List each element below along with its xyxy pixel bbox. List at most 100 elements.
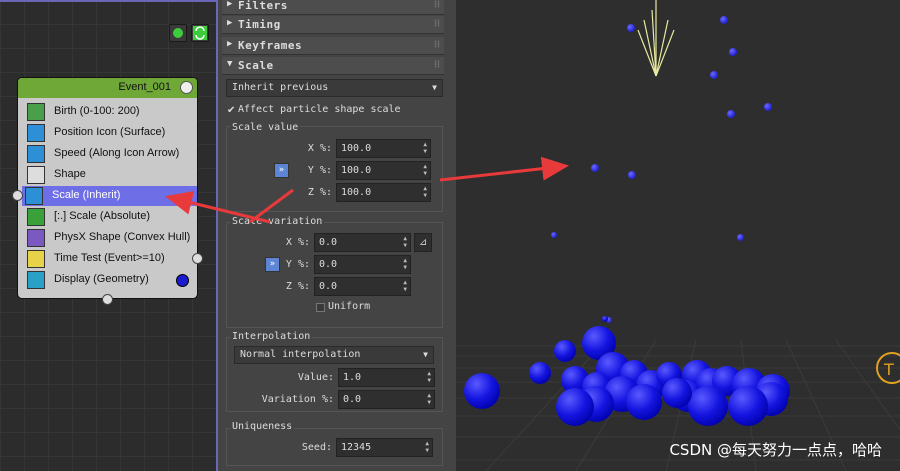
particle-view-graph: Event_001 Birth (0-100: 200) Position Ico… bbox=[0, 0, 218, 471]
grip-icon: ⁞⁞ bbox=[434, 0, 440, 10]
vx-label: X %: bbox=[285, 237, 310, 248]
expand-arrow-icon: ▶ bbox=[227, 18, 233, 28]
scale-z-spinner[interactable]: 100.0 ▲ ▼ bbox=[336, 183, 431, 202]
scale-mode-dropdown[interactable]: Inherit previous ▼ bbox=[226, 79, 443, 97]
operator-row[interactable]: Display (Geometry) bbox=[24, 270, 194, 290]
display-color-swatch[interactable] bbox=[176, 274, 189, 287]
rollout-keyframes-label: Keyframes bbox=[238, 39, 303, 52]
operator-row[interactable]: [:.] Scale (Absolute) bbox=[24, 207, 194, 227]
scale-lock-button[interactable]: » bbox=[274, 163, 289, 178]
chevron-down-icon: ▼ bbox=[432, 83, 437, 92]
active-toggle-button[interactable] bbox=[169, 24, 187, 42]
spinner-arrows-icon[interactable]: ▲ ▼ bbox=[423, 163, 427, 177]
spinner-arrows-icon[interactable]: ▲ ▼ bbox=[427, 370, 431, 384]
rollout-keyframes[interactable]: ▶ Keyframes ⁞⁞ bbox=[222, 37, 444, 55]
watermark: CSDN @每天努力一点点，哈哈 bbox=[669, 441, 882, 459]
chevron-down-icon[interactable]: ▼ bbox=[423, 350, 428, 359]
particle bbox=[720, 16, 728, 24]
particle-sphere bbox=[554, 340, 576, 362]
event-output-connector[interactable] bbox=[102, 294, 113, 305]
operator-row[interactable]: Shape bbox=[24, 165, 194, 185]
particle bbox=[737, 234, 744, 241]
operator-label: Display (Geometry) bbox=[54, 273, 149, 285]
physx-icon bbox=[27, 229, 45, 247]
affect-label: Affect particle shape scale bbox=[238, 104, 401, 115]
particle-sphere bbox=[464, 373, 500, 409]
operator-label: Shape bbox=[54, 168, 86, 180]
variation-y-spinner[interactable]: 0.0 ▲ ▼ bbox=[314, 255, 411, 274]
particle bbox=[710, 71, 718, 79]
event-node[interactable]: Event_001 Birth (0-100: 200) Position Ico… bbox=[17, 77, 198, 299]
spinner-arrows-icon[interactable]: ▲ ▼ bbox=[425, 440, 429, 454]
scale-abs-icon bbox=[27, 208, 45, 226]
vz-label: Z %: bbox=[285, 281, 310, 292]
grip-icon: ⁞⁞ bbox=[434, 60, 440, 70]
grip-icon: ⁞⁞ bbox=[434, 19, 440, 29]
variation-z-spinner[interactable]: 0.0 ▲ ▼ bbox=[314, 277, 411, 296]
scale-x-value: 100.0 bbox=[341, 143, 372, 154]
operator-row[interactable]: Time Test (Event>=10) bbox=[24, 249, 194, 269]
particle-sphere bbox=[556, 388, 594, 426]
particle-sphere bbox=[602, 316, 608, 322]
spinner-arrows-icon[interactable]: ▲ ▼ bbox=[403, 235, 407, 249]
operator-label: Speed (Along Icon Arrow) bbox=[54, 147, 180, 159]
rollout-scale-label: Scale bbox=[238, 59, 274, 72]
particle-sphere bbox=[728, 386, 768, 426]
particle bbox=[627, 24, 635, 32]
rollout-scale[interactable]: ▼ Scale ⁞⁞ bbox=[222, 57, 444, 75]
interpolation-dropdown[interactable]: Normal interpolation ▼ bbox=[234, 346, 434, 364]
operator-row[interactable]: Scale (Inherit) bbox=[22, 186, 197, 206]
particle-sphere bbox=[529, 362, 551, 384]
operator-row[interactable]: Speed (Along Icon Arrow) bbox=[24, 144, 194, 164]
rollout-filters[interactable]: ▶ Filters ⁞⁞ bbox=[222, 0, 444, 15]
particle bbox=[628, 171, 636, 179]
affect-checkbox[interactable]: ✔ bbox=[227, 105, 236, 116]
seed-spinner[interactable]: 12345 ▲ ▼ bbox=[336, 438, 433, 457]
uniform-checkbox[interactable] bbox=[316, 303, 325, 312]
rollout-timing[interactable]: ▶ Timing ⁞⁞ bbox=[222, 16, 444, 34]
scale-mode-value: Inherit previous bbox=[232, 82, 329, 93]
spinner-arrows-icon[interactable]: ▲ ▼ bbox=[423, 185, 427, 199]
particle bbox=[591, 164, 599, 172]
shape-icon bbox=[27, 166, 45, 184]
particle-sphere bbox=[662, 378, 692, 408]
variation-z-value: 0.0 bbox=[319, 281, 338, 292]
event-title: Event_001 bbox=[118, 81, 171, 93]
interpolation-variation-value: 0.0 bbox=[343, 394, 362, 405]
operator-row[interactable]: Position Icon (Surface) bbox=[24, 123, 194, 143]
spinner-arrows-icon[interactable]: ▲ ▼ bbox=[423, 141, 427, 155]
scale-x-spinner[interactable]: 100.0 ▲ ▼ bbox=[336, 139, 431, 158]
spinner-arrows-icon[interactable]: ▲ ▼ bbox=[403, 257, 407, 271]
operator-label: PhysX Shape (Convex Hull) bbox=[54, 231, 191, 243]
interpolation-variation-spinner[interactable]: 0.0 ▲ ▼ bbox=[338, 390, 435, 409]
scale-z-value: 100.0 bbox=[341, 187, 372, 198]
refresh-icon bbox=[193, 26, 207, 40]
particle bbox=[729, 48, 737, 56]
z-label: Z %: bbox=[307, 187, 332, 198]
seed-label: Seed: bbox=[301, 442, 332, 453]
operator-label: Scale (Inherit) bbox=[52, 189, 121, 201]
operator-row[interactable]: PhysX Shape (Convex Hull) bbox=[24, 228, 194, 248]
scale-variation-label: Scale variation bbox=[230, 216, 325, 227]
display-icon bbox=[27, 271, 45, 289]
test-output-connector[interactable] bbox=[192, 253, 203, 264]
scale-y-value: 100.0 bbox=[341, 165, 372, 176]
y-label: Y %: bbox=[307, 165, 332, 176]
x-label: X %: bbox=[307, 143, 332, 154]
event-input-connector[interactable] bbox=[12, 190, 23, 201]
rollout-timing-label: Timing bbox=[238, 18, 281, 31]
interpolation-value-spinner[interactable]: 1.0 ▲ ▼ bbox=[338, 368, 435, 387]
particle-sphere bbox=[626, 384, 662, 420]
refresh-button[interactable] bbox=[191, 24, 209, 42]
operator-row[interactable]: Birth (0-100: 200) bbox=[24, 102, 194, 122]
variation-x-spinner[interactable]: 0.0 ▲ ▼ bbox=[314, 233, 411, 252]
variation-curve-button[interactable]: ⊿ bbox=[414, 233, 432, 252]
spinner-arrows-icon[interactable]: ▲ ▼ bbox=[427, 392, 431, 406]
green-dot-icon bbox=[173, 28, 183, 38]
speed-icon bbox=[27, 145, 45, 163]
expand-arrow-icon: ▶ bbox=[227, 39, 233, 49]
lightbulb-icon[interactable] bbox=[180, 81, 193, 94]
scale-y-spinner[interactable]: 100.0 ▲ ▼ bbox=[336, 161, 431, 180]
spinner-arrows-icon[interactable]: ▲ ▼ bbox=[403, 279, 407, 293]
viewport[interactable]: T CSDN @每天努力一点点，哈哈 bbox=[456, 0, 900, 471]
